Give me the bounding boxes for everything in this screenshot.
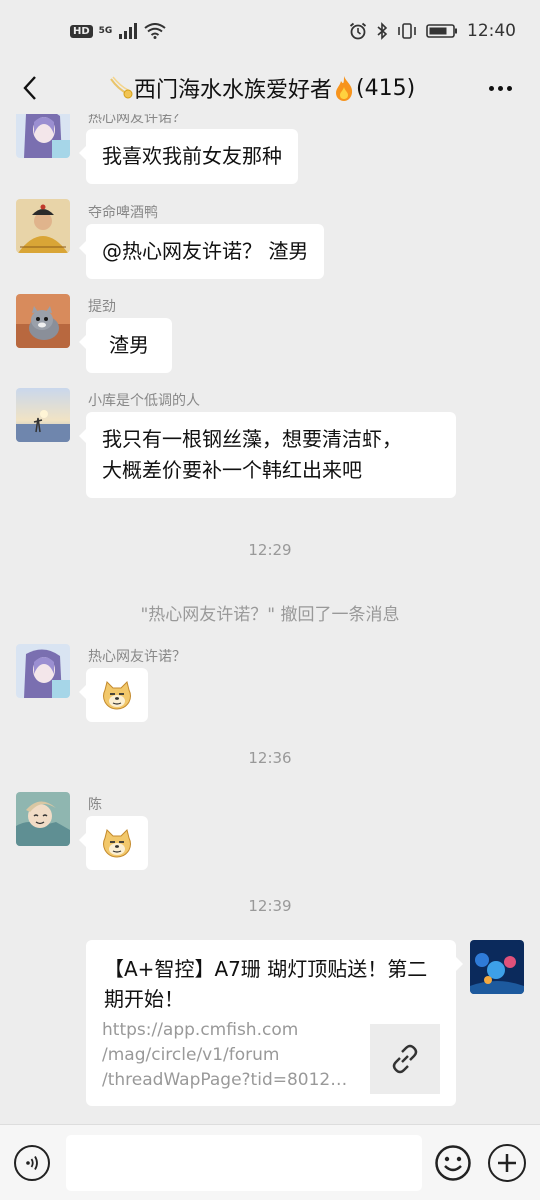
link-icon <box>392 1044 418 1074</box>
message-text: 渣男 <box>109 333 149 357</box>
sticker-bubble[interactable] <box>79 668 148 722</box>
alarm-icon <box>349 22 367 40</box>
doge-icon <box>103 681 131 710</box>
more-dot <box>506 85 512 91</box>
emoji-button[interactable] <box>434 1144 472 1182</box>
sender-name: 夺命啤酒鸭 <box>88 205 158 221</box>
chat-area[interactable]: 热心网友许诺？ 我喜欢我前女友那种 夺命啤酒鸭 @热心网友许诺？ 渣男 提劲 渣… <box>0 114 540 1124</box>
hd-badge: HD <box>70 24 93 38</box>
battery-icon <box>426 24 457 38</box>
network-type: 5G <box>98 26 113 36</box>
message-bubble[interactable]: 渣男 <box>79 318 172 373</box>
more-actions-button[interactable] <box>488 1144 526 1182</box>
status-left: HD 5G <box>70 23 166 39</box>
more-button[interactable] <box>484 72 516 104</box>
link-url-line: https://app.cmfish.com <box>102 1020 299 1040</box>
link-thumbnail <box>370 1024 440 1094</box>
wifi-icon <box>144 23 166 39</box>
my-avatar[interactable] <box>470 940 524 994</box>
fire-icon <box>336 76 353 101</box>
back-button[interactable] <box>14 72 46 104</box>
plus-icon <box>498 1154 516 1172</box>
link-url: https://app.cmfish.com /mag/circle/v1/fo… <box>102 1018 356 1093</box>
message-bubble[interactable]: 我喜欢我前女友那种 <box>79 129 298 184</box>
recall-notice: "热心网友许诺？" 撤回了一条消息 <box>140 605 400 625</box>
voice-icon <box>26 1156 38 1170</box>
group-name: 西门海水水族爱好者 <box>134 78 333 103</box>
doge-icon <box>103 829 131 858</box>
member-count: (415) <box>356 75 416 101</box>
message-bubble[interactable]: @热心网友许诺？ 渣男 <box>78 224 325 279</box>
timestamp: 12:39 <box>248 897 292 915</box>
voice-button[interactable] <box>14 1145 50 1181</box>
link-title: 【A+智控】A7珊 瑚灯顶贴送！第二期开始！ <box>104 957 428 1011</box>
status-right: 12:40 <box>349 21 516 41</box>
more-dot <box>497 85 503 91</box>
smiley-icon <box>435 1145 471 1181</box>
bluetooth-icon <box>377 22 388 40</box>
avatar[interactable] <box>16 199 70 253</box>
sender-name: 陈 <box>88 797 102 813</box>
message-text: @热心网友许诺？ 渣男 <box>102 239 309 263</box>
avatar[interactable] <box>16 644 70 698</box>
status-time: 12:40 <box>467 21 516 41</box>
link-url-line: /threadWapPage?tid=80121... <box>102 1070 356 1090</box>
sender-name: 小库是个低调的人 <box>88 393 200 409</box>
status-bar: HD 5G 12:40 <box>0 0 540 62</box>
chat-header: 西门海水水族爱好者 (415) <box>0 62 540 114</box>
comet-icon <box>110 76 133 99</box>
message-bubble[interactable]: 我只有一根钢丝藻，想要清洁虾， 大概差价要补一个韩红出来吧 <box>79 412 456 498</box>
signal-icon <box>119 23 138 39</box>
link-card[interactable]: 【A+智控】A7珊 瑚灯顶贴送！第二期开始！ https://app.cmfis… <box>86 940 463 1106</box>
message-line-2: 大概差价要补一个韩红出来吧 <box>102 458 362 482</box>
timestamp: 12:36 <box>248 749 292 767</box>
message-line-1: 我只有一根钢丝藻，想要清洁虾， <box>102 427 402 451</box>
timestamp: 12:29 <box>248 541 292 559</box>
sender-name: 提劲 <box>88 299 116 315</box>
avatar[interactable] <box>16 792 70 846</box>
sticker-bubble[interactable] <box>79 816 148 870</box>
message-input[interactable] <box>66 1135 422 1191</box>
avatar[interactable] <box>16 114 70 158</box>
more-dot <box>488 85 494 91</box>
vibrate-icon <box>398 23 416 39</box>
link-url-line: /mag/circle/v1/forum <box>102 1045 280 1065</box>
group-title[interactable]: 西门海水水族爱好者 (415) <box>108 72 415 104</box>
message-text: 我喜欢我前女友那种 <box>102 144 282 168</box>
avatar[interactable] <box>16 294 70 348</box>
input-bar <box>0 1124 540 1200</box>
chevron-left-icon <box>23 76 36 100</box>
avatar[interactable] <box>16 388 70 442</box>
sender-name: 热心网友许诺？ <box>88 114 186 126</box>
sender-name: 热心网友许诺？ <box>88 649 186 665</box>
